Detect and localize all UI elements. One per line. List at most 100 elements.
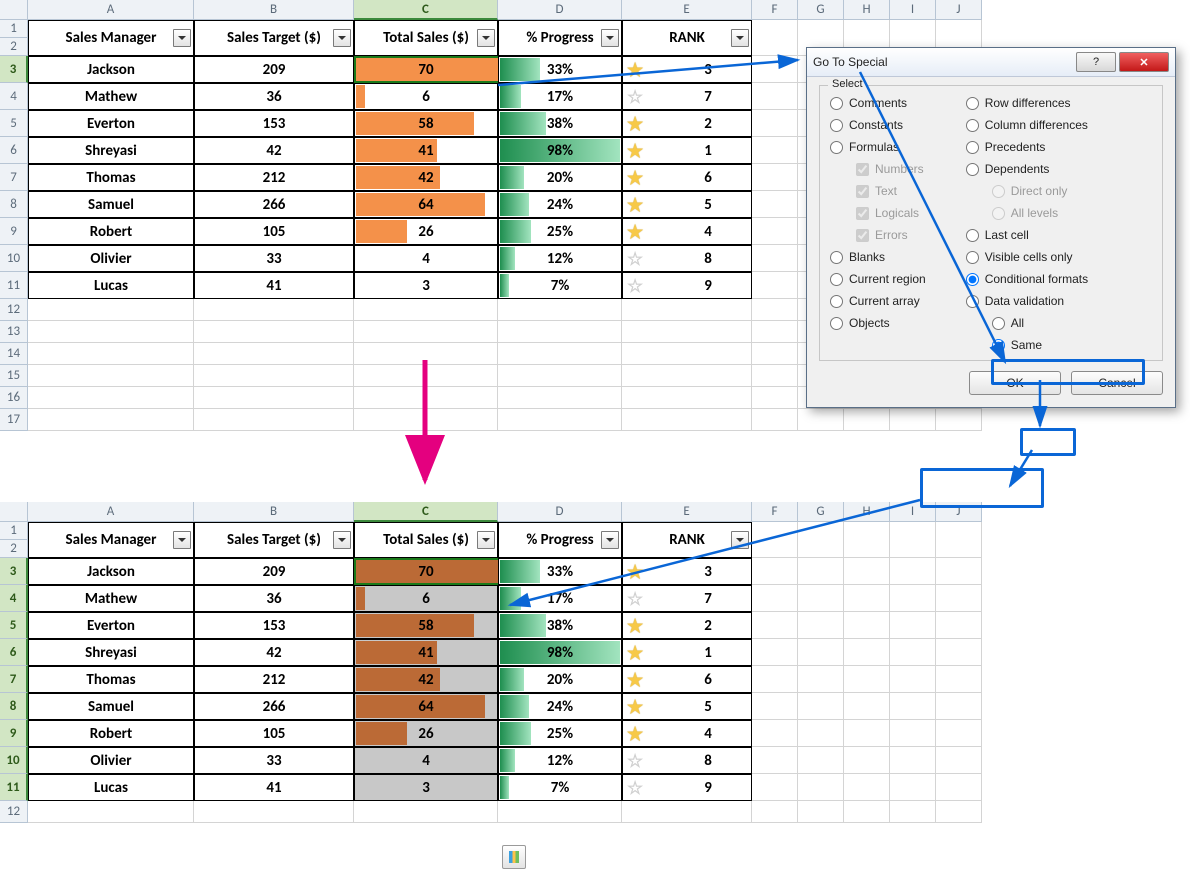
cell-target[interactable]: 42: [194, 137, 354, 164]
row-header-8[interactable]: 8: [0, 191, 28, 218]
cell-total-sales[interactable]: 58: [354, 110, 498, 137]
option-data-validation[interactable]: Data validation: [966, 294, 1088, 308]
cell-blank[interactable]: [622, 409, 752, 431]
cell-blank[interactable]: [752, 321, 798, 343]
cell-blank[interactable]: [752, 639, 798, 666]
column-header-H[interactable]: H: [844, 0, 890, 20]
cell-progress[interactable]: 7%: [498, 272, 622, 299]
cell-blank[interactable]: [622, 343, 752, 365]
option-row-differences[interactable]: Row differences: [966, 96, 1088, 110]
cell-target[interactable]: 41: [194, 272, 354, 299]
radio-input[interactable]: [966, 229, 979, 242]
cancel-button[interactable]: Cancel: [1071, 371, 1163, 395]
filter-button[interactable]: [477, 29, 495, 47]
cell-manager[interactable]: Olivier: [28, 245, 194, 272]
cell-target[interactable]: 33: [194, 245, 354, 272]
cell-blank[interactable]: [354, 321, 498, 343]
cell-blank[interactable]: [890, 558, 936, 585]
cell-blank[interactable]: [752, 20, 798, 56]
table-header[interactable]: RANK: [622, 20, 752, 56]
cell-blank[interactable]: [194, 343, 354, 365]
cell-progress[interactable]: 38%: [498, 612, 622, 639]
filter-button[interactable]: [731, 531, 749, 549]
option-formulas[interactable]: Formulas: [830, 140, 926, 154]
radio-input[interactable]: [830, 273, 843, 286]
cell-blank[interactable]: [844, 693, 890, 720]
table-header[interactable]: RANK: [622, 522, 752, 558]
cell-blank[interactable]: [844, 558, 890, 585]
dialog-help-button[interactable]: ?: [1076, 52, 1116, 72]
cell-blank[interactable]: [752, 693, 798, 720]
cell-rank[interactable]: ★3: [622, 56, 752, 83]
cell-blank[interactable]: [798, 522, 844, 558]
cell-rank[interactable]: ★4: [622, 720, 752, 747]
filter-button[interactable]: [601, 531, 619, 549]
column-header-A[interactable]: A: [28, 502, 194, 522]
cell-blank[interactable]: [798, 747, 844, 774]
cell-total-sales[interactable]: 6: [354, 83, 498, 110]
cell-progress[interactable]: 98%: [498, 137, 622, 164]
cell-blank[interactable]: [194, 321, 354, 343]
cell-total-sales[interactable]: 42: [354, 666, 498, 693]
column-header-F[interactable]: F: [752, 502, 798, 522]
cell-blank[interactable]: [498, 343, 622, 365]
row-header-12[interactable]: 12: [0, 299, 28, 321]
cell-rank[interactable]: ★1: [622, 639, 752, 666]
cell-blank[interactable]: [28, 299, 194, 321]
cell-total-sales[interactable]: 3: [354, 272, 498, 299]
cell-target[interactable]: 153: [194, 110, 354, 137]
radio-input[interactable]: [966, 251, 979, 264]
option-constants[interactable]: Constants: [830, 118, 926, 132]
option-last-cell[interactable]: Last cell: [966, 228, 1088, 242]
option-blanks[interactable]: Blanks: [830, 250, 926, 264]
cell-rank[interactable]: ★1: [622, 137, 752, 164]
column-header-C[interactable]: C: [354, 0, 498, 20]
row-header-12[interactable]: 12: [0, 801, 28, 823]
cell-blank[interactable]: [844, 409, 890, 431]
cell-blank[interactable]: [752, 387, 798, 409]
row-header-14[interactable]: 14: [0, 343, 28, 365]
cell-blank[interactable]: [28, 409, 194, 431]
cell-target[interactable]: 33: [194, 747, 354, 774]
cell-blank[interactable]: [936, 666, 982, 693]
cell-blank[interactable]: [844, 612, 890, 639]
row-header-3[interactable]: 3: [0, 56, 28, 83]
cell-manager[interactable]: Mathew: [28, 83, 194, 110]
cell-blank[interactable]: [194, 387, 354, 409]
filter-button[interactable]: [333, 531, 351, 549]
radio-input[interactable]: [830, 295, 843, 308]
table-header[interactable]: Sales Target ($): [194, 20, 354, 56]
row-header-11[interactable]: 11: [0, 774, 28, 801]
cell-blank[interactable]: [752, 612, 798, 639]
option-same[interactable]: Same: [966, 338, 1088, 352]
cell-rank[interactable]: ★4: [622, 218, 752, 245]
row-header-10[interactable]: 10: [0, 747, 28, 774]
cell-blank[interactable]: [844, 639, 890, 666]
cell-manager[interactable]: Thomas: [28, 666, 194, 693]
cell-blank[interactable]: [936, 801, 982, 823]
row-header-16[interactable]: 16: [0, 387, 28, 409]
cell-progress[interactable]: 24%: [498, 693, 622, 720]
option-dependents[interactable]: Dependents: [966, 162, 1088, 176]
cell-blank[interactable]: [798, 666, 844, 693]
cell-blank[interactable]: [752, 299, 798, 321]
cell-blank[interactable]: [844, 774, 890, 801]
cell-blank[interactable]: [936, 693, 982, 720]
cell-rank[interactable]: ☆9: [622, 272, 752, 299]
cell-rank[interactable]: ★6: [622, 164, 752, 191]
radio-input[interactable]: [830, 251, 843, 264]
option-current-array[interactable]: Current array: [830, 294, 926, 308]
cell-blank[interactable]: [890, 720, 936, 747]
cell-blank[interactable]: [752, 720, 798, 747]
row-header-7[interactable]: 7: [0, 164, 28, 191]
radio-input[interactable]: [966, 295, 979, 308]
row-header-6[interactable]: 6: [0, 639, 28, 666]
cell-blank[interactable]: [844, 720, 890, 747]
cell-blank[interactable]: [752, 164, 798, 191]
cell-total-sales[interactable]: 42: [354, 164, 498, 191]
option-conditional-formats[interactable]: Conditional formats: [966, 272, 1088, 286]
cell-blank[interactable]: [798, 558, 844, 585]
option-comments[interactable]: Comments: [830, 96, 926, 110]
cell-blank[interactable]: [936, 522, 982, 558]
cell-blank[interactable]: [936, 558, 982, 585]
